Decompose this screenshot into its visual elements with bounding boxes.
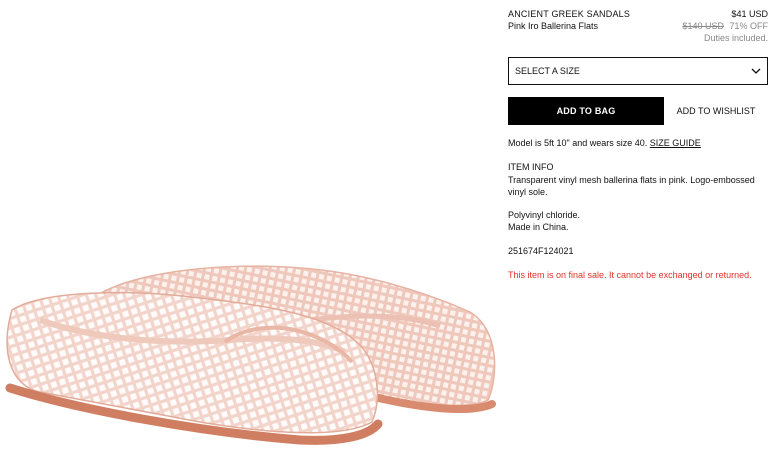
item-description: Transparent vinyl mesh ballerina flats i… (508, 175, 755, 197)
final-sale-notice: This item is on final sale. It cannot be… (508, 270, 752, 280)
add-to-wishlist-button[interactable]: ADD TO WISHLIST (664, 97, 768, 125)
product-header: ANCIENT GREEK SANDALS Pink Iro Ballerina… (508, 0, 768, 46)
product-illustration (5, 265, 496, 445)
model-info-text: Model is 5ft 10" and wears size 40. (508, 138, 648, 148)
size-select-label: SELECT A SIZE (515, 66, 580, 76)
item-sku: 251674F124021 (508, 246, 574, 256)
product-image (0, 0, 500, 464)
price-discount-row: $140 USD 71% OFF (682, 21, 768, 31)
discount-badge: 71% OFF (729, 21, 768, 31)
product-name: Pink Iro Ballerina Flats (508, 21, 599, 31)
duties-note: Duties included. (703, 33, 768, 43)
current-price: $41 USD (731, 9, 768, 19)
chevron-down-icon (751, 66, 761, 76)
item-material: Polyvinyl chloride. (508, 210, 581, 220)
product-info-panel: ANCIENT GREEK SANDALS Pink Iro Ballerina… (508, 0, 768, 280)
size-guide-link[interactable]: SIZE GUIDE (650, 138, 701, 148)
original-price: $140 USD (682, 21, 724, 31)
add-to-bag-button[interactable]: ADD TO BAG (508, 97, 664, 125)
item-origin: Made in China. (508, 222, 569, 232)
brand-name[interactable]: ANCIENT GREEK SANDALS (508, 9, 630, 19)
size-select[interactable]: SELECT A SIZE (508, 57, 768, 85)
model-info: Model is 5ft 10" and wears size 40. SIZE… (508, 138, 701, 148)
item-info-heading: ITEM INFO (508, 162, 554, 172)
